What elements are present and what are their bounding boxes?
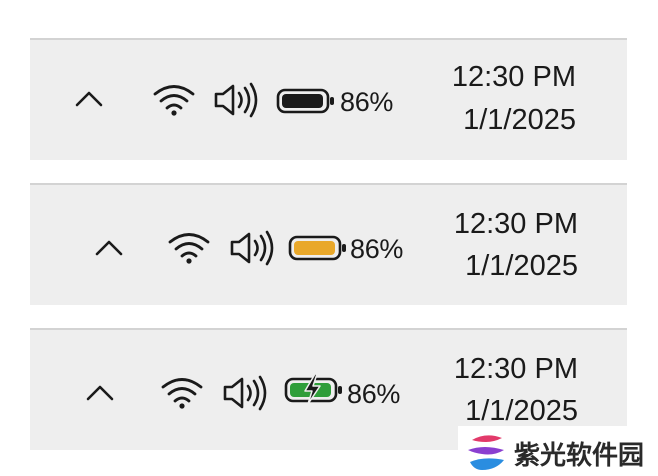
site-watermark: 紫光软件园 [458, 426, 658, 476]
clock-time[interactable]: 12:30 PM [408, 208, 578, 241]
watermark-logo-icon [468, 435, 504, 470]
chevron-up-icon[interactable] [85, 382, 115, 402]
battery-saver-icon[interactable] [288, 232, 348, 264]
taskbar-tray-battery-saver: 86% 12:30 PM 1/1/2025 [30, 183, 627, 305]
wifi-icon[interactable] [159, 374, 205, 410]
wifi-icon[interactable] [151, 81, 197, 117]
taskbar-tray-normal: 86% 12:30 PM 1/1/2025 [30, 38, 627, 160]
chevron-up-icon[interactable] [94, 237, 124, 257]
clock-date[interactable]: 1/1/2025 [408, 250, 578, 283]
speaker-icon[interactable] [213, 82, 261, 118]
wifi-icon[interactable] [166, 229, 212, 265]
battery-percent: 86% [350, 234, 404, 264]
clock-time[interactable]: 12:30 PM [408, 353, 578, 386]
clock-date[interactable]: 1/1/2025 [406, 104, 576, 137]
chevron-up-icon[interactable] [74, 88, 104, 108]
speaker-icon[interactable] [222, 375, 270, 411]
watermark-text: 紫光软件园 [514, 441, 645, 471]
clock-date[interactable]: 1/1/2025 [408, 395, 578, 428]
battery-percent: 86% [347, 379, 401, 409]
battery-percent: 86% [340, 87, 394, 117]
battery-icon[interactable] [276, 85, 336, 117]
clock-time[interactable]: 12:30 PM [406, 61, 576, 94]
speaker-icon[interactable] [229, 230, 277, 266]
battery-charging-icon[interactable] [284, 374, 344, 406]
